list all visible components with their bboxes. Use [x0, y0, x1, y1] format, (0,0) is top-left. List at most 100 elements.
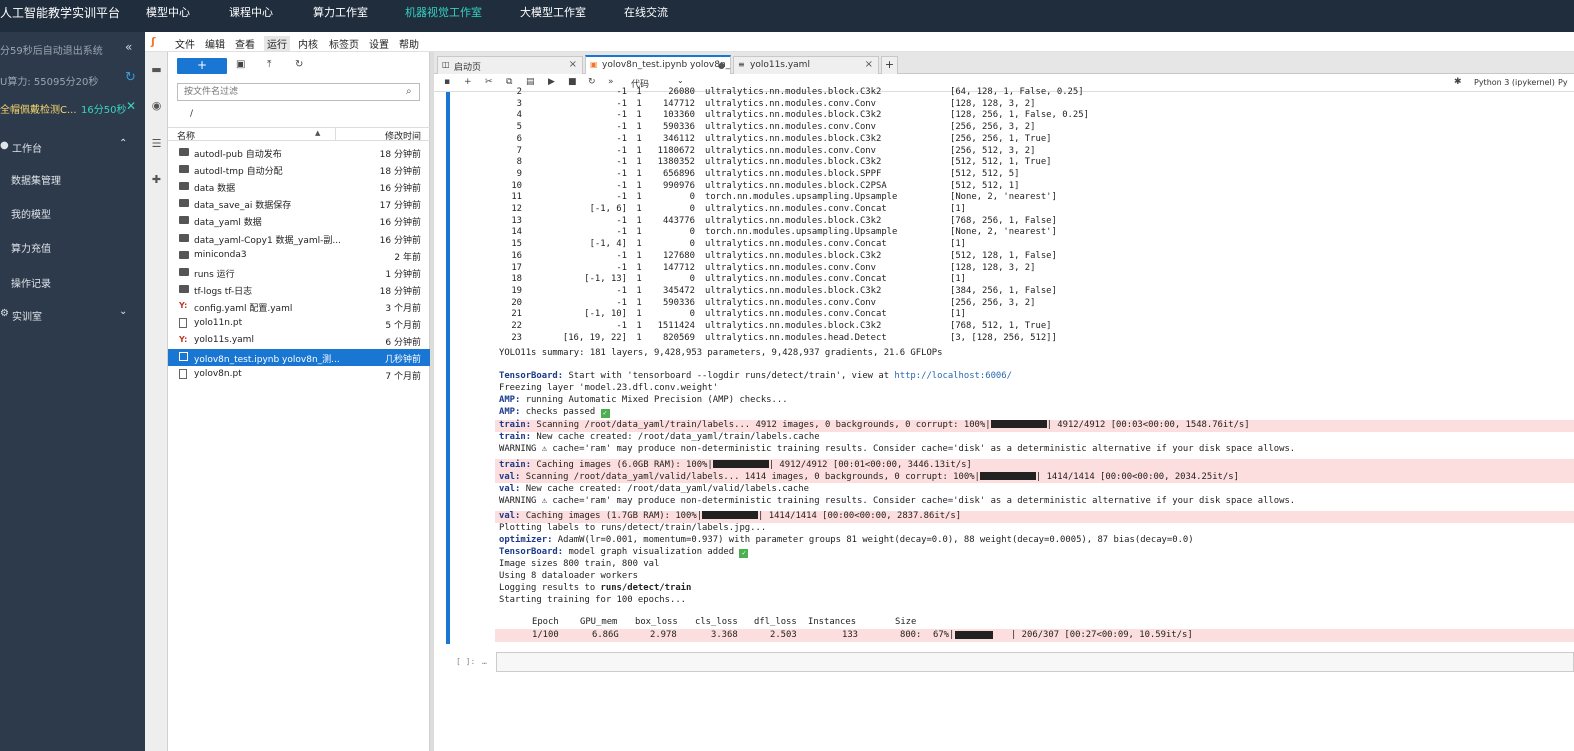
file-row[interactable]: yolo11n.pt 5 个月前: [168, 315, 430, 332]
menu-run[interactable]: 运行: [264, 36, 290, 51]
filter-input[interactable]: [177, 83, 420, 101]
code-input[interactable]: [496, 652, 1574, 672]
save-icon[interactable]: ▪: [444, 77, 450, 87]
workbench-section[interactable]: 工作台: [12, 140, 42, 155]
restart-icon[interactable]: ↻: [588, 77, 596, 87]
add-tab-button[interactable]: +: [881, 56, 898, 74]
kernel-name[interactable]: Python 3 (ipykernel): [1474, 78, 1555, 87]
panel-splitter[interactable]: [430, 52, 434, 751]
nav-model-center[interactable]: 模型中心: [146, 4, 190, 20]
search-icon: ⌕: [406, 86, 412, 97]
cell-active-bar[interactable]: [446, 92, 450, 644]
running-icon[interactable]: ◉: [149, 98, 164, 113]
file-icon: [179, 318, 189, 328]
run-icon[interactable]: ▶: [548, 77, 555, 87]
ellipsis-icon: …: [482, 657, 487, 666]
nav-course-center[interactable]: 课程中心: [229, 4, 273, 20]
image-sizes-line: Image sizes 800 train, 800 val: [499, 559, 660, 569]
sidebar-item-records[interactable]: 操作记录: [11, 275, 51, 290]
collapse-icon[interactable]: «: [125, 40, 132, 54]
sidebar-item-models[interactable]: 我的模型: [11, 206, 51, 221]
tensorboard-link[interactable]: http://localhost:6006/: [894, 371, 1012, 381]
refresh-icon[interactable]: ↻: [125, 70, 136, 85]
column-name[interactable]: 名称: [177, 129, 195, 142]
file-list-header: 名称 ▲ 修改时间: [168, 127, 430, 142]
bug-icon[interactable]: ✱: [1454, 77, 1462, 87]
lab-section[interactable]: 实训室: [12, 308, 42, 323]
left-panel: 分59秒后自动退出系统 « U算力: 55095分20秒 ↻ 全帽佩戴检测C..…: [0, 32, 145, 751]
nav-online-chat[interactable]: 在线交流: [624, 4, 668, 20]
folder-icon: [179, 198, 189, 208]
warning-line-2: WARNING ⚠ cache='ram' may produce non-de…: [499, 496, 1296, 506]
chevron-down-icon[interactable]: ⌄: [119, 306, 127, 317]
paste-icon[interactable]: ▤: [526, 77, 535, 87]
file-row[interactable]: autodl-tmp 自动分配 18 分钟前: [168, 161, 430, 178]
file-row[interactable]: yolov8n_test.ipynb yolov8n_测... 几秒钟前: [168, 349, 430, 367]
cut-icon[interactable]: ✂: [485, 77, 493, 87]
menu-edit[interactable]: 编辑: [205, 36, 225, 51]
sidebar-item-recharge[interactable]: 算力充值: [11, 240, 51, 255]
train-caching-line: train: Caching images (6.0GB RAM): 100%|…: [499, 460, 972, 470]
file-row[interactable]: data_yaml 数据 16 分钟前: [168, 212, 430, 229]
close-tab-icon[interactable]: ×: [865, 59, 873, 70]
menu-help[interactable]: 帮助: [399, 36, 419, 51]
column-modified[interactable]: 修改时间: [385, 129, 421, 142]
fast-forward-icon[interactable]: »: [608, 77, 614, 87]
file-row[interactable]: data_yaml-Copy1 数据_yaml-副... 16 分钟前: [168, 230, 430, 247]
refresh-files-icon[interactable]: ↻: [295, 59, 303, 70]
file-row[interactable]: data_save_ai 数据保存 17 分钟前: [168, 195, 430, 212]
nav-llm-studio[interactable]: 大模型工作室: [520, 4, 586, 20]
text-file-icon: ≡: [738, 60, 745, 69]
menu-bar: ʃ 文件 编辑 查看 运行 内核 标签页 设置 帮助: [145, 32, 1574, 52]
tab-notebook[interactable]: ▣ yolov8n_test.ipynb yolov8n_ ●: [585, 55, 731, 75]
breadcrumb[interactable]: /: [190, 109, 193, 119]
file-name: yolov8n_test.ipynb yolov8n_测...: [194, 355, 340, 366]
close-tab-icon[interactable]: ×: [569, 59, 577, 70]
folder-icon: [179, 181, 189, 191]
stop-icon[interactable]: ■: [568, 77, 577, 87]
folder-icon[interactable]: ▬: [149, 62, 164, 77]
folder-icon: [179, 250, 189, 260]
tensorboard-graph-line: TensorBoard: model graph visualization a…: [499, 547, 749, 559]
sidebar-item-datasets[interactable]: 数据集管理: [11, 172, 61, 187]
toc-icon[interactable]: ☰: [149, 136, 164, 151]
file-name: yolo11s.yaml: [194, 335, 254, 346]
file-name: runs 运行: [194, 269, 235, 280]
file-row[interactable]: runs 运行 1 分钟前: [168, 264, 430, 281]
compute-balance: U算力: 55095分20秒: [0, 77, 99, 88]
nav-compute-studio[interactable]: 算力工作室: [313, 4, 368, 20]
file-row[interactable]: autodl-pub 自动发布 18 分钟前: [168, 144, 430, 161]
menu-settings[interactable]: 设置: [369, 36, 389, 51]
menu-view[interactable]: 查看: [235, 36, 255, 51]
file-row[interactable]: Y: yolo11s.yaml 6 分钟前: [168, 332, 430, 349]
unsaved-dot-icon[interactable]: ●: [718, 61, 725, 70]
extension-icon[interactable]: ✚: [149, 172, 164, 187]
add-cell-icon[interactable]: +: [464, 77, 472, 87]
chevron-up-icon[interactable]: ⌃: [119, 138, 127, 149]
menu-file[interactable]: 文件: [175, 36, 195, 51]
copy-icon[interactable]: ⧉: [506, 77, 512, 87]
file-row[interactable]: yolov8n.pt 7 个月前: [168, 366, 430, 383]
file-row[interactable]: data 数据 16 分钟前: [168, 178, 430, 195]
tensorboard-line: TensorBoard: Start with 'tensorboard --l…: [499, 371, 1012, 381]
file-browser: + ▣ ⤒ ↻ ⌕ / 名称 ▲ 修改时间 autodl-pub 自动发布 18 …: [168, 52, 430, 751]
new-launcher-button[interactable]: +: [177, 58, 227, 74]
task-name[interactable]: 全帽佩戴检测C...: [0, 101, 77, 116]
tab-yaml[interactable]: ≡ yolo11s.yaml ×: [733, 56, 879, 74]
chevron-down-icon[interactable]: ⌄: [677, 76, 684, 85]
tab-launcher[interactable]: ◫ 启动页 ×: [437, 56, 583, 74]
plotting-line: Plotting labels to runs/detect/train/lab…: [499, 523, 767, 533]
file-row[interactable]: Y: config.yaml 配置.yaml 3 个月前: [168, 298, 430, 315]
file-browser-toolbar: + ▣ ⤒ ↻: [168, 52, 430, 80]
file-row[interactable]: miniconda3 2 年前: [168, 247, 430, 264]
menu-kernel[interactable]: 内核: [298, 36, 318, 51]
menu-tabs[interactable]: 标签页: [329, 36, 359, 51]
new-folder-icon[interactable]: ▣: [236, 59, 245, 70]
upload-icon[interactable]: ⤒: [267, 59, 271, 70]
brand-title: 人工智能教学实训平台: [0, 6, 121, 20]
file-row[interactable]: tf-logs tf-日志 18 分钟前: [168, 281, 430, 298]
file-name: data_yaml-Copy1 数据_yaml-副...: [194, 235, 341, 246]
file-name: data_save_ai 数据保存: [194, 201, 292, 212]
close-icon[interactable]: ✕: [126, 99, 136, 113]
nav-vision-studio[interactable]: 机器视觉工作室: [405, 4, 482, 20]
